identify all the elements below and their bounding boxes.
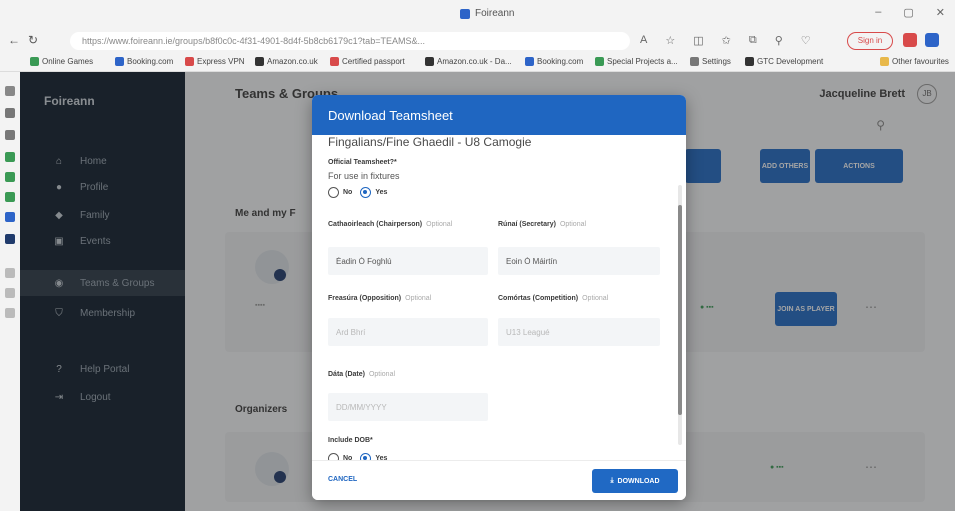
- bookmark-item[interactable]: Online Games: [30, 57, 93, 66]
- scrollbar-thumb[interactable]: [678, 205, 682, 415]
- edge-tab-icon[interactable]: [5, 152, 15, 162]
- edge-tab-icon[interactable]: [5, 234, 15, 244]
- edge-tab-icon[interactable]: [5, 86, 15, 96]
- bookmark-item[interactable]: GTC Development: [745, 57, 823, 66]
- secretary-label: Rúnaí (Secretary) Optional: [498, 221, 587, 228]
- official-no-radio[interactable]: [328, 187, 339, 198]
- window-controls: – ▢ ✕: [875, 6, 945, 19]
- add-tab-icon[interactable]: [5, 308, 15, 318]
- bookmark-item[interactable]: Booking.com: [115, 57, 173, 66]
- include-dob-label: Include DOB*: [328, 437, 373, 444]
- secretary-input[interactable]: [498, 247, 660, 275]
- bookmark-icon: [425, 57, 434, 66]
- collections-icon[interactable]: ⧉: [749, 34, 757, 47]
- bookmark-icon: [525, 57, 534, 66]
- browser-toolbar: A ☆ ◫ ✩ ⧉ ⚲ ♡: [640, 34, 811, 47]
- favorite-icon[interactable]: ☆: [665, 34, 675, 47]
- edge-sidebar: [0, 72, 20, 511]
- close-icon[interactable]: ✕: [936, 6, 945, 19]
- window-title-text: Foireann: [475, 8, 515, 19]
- minimize-icon[interactable]: –: [875, 6, 881, 19]
- back-icon[interactable]: ←: [8, 33, 20, 47]
- edge-tab-icon[interactable]: [5, 172, 15, 182]
- official-teamsheet-helper: For use in fixtures: [328, 171, 400, 181]
- modal-footer: CANCEL ⤓ DOWNLOAD: [312, 460, 686, 500]
- download-icon: ⤓: [610, 477, 614, 484]
- bookmark-item[interactable]: Other favourites: [880, 57, 949, 66]
- download-button[interactable]: ⤓ DOWNLOAD: [592, 469, 678, 493]
- dob-no-radio[interactable]: [328, 453, 339, 460]
- edge-tab-icon[interactable]: [5, 108, 15, 118]
- bookmarks-bar: Online Games Booking.com Express VPN Ama…: [0, 54, 955, 72]
- browser-essentials-icon[interactable]: ♡: [801, 34, 811, 47]
- cancel-button[interactable]: CANCEL: [328, 476, 357, 483]
- bookmark-item[interactable]: Booking.com: [525, 57, 583, 66]
- signin-button[interactable]: Sign in: [847, 32, 893, 50]
- modal-body: Fingalians/Fine Ghaedil - U8 Camogie Off…: [312, 135, 686, 460]
- bookmark-item[interactable]: Special Projects a...: [595, 57, 678, 66]
- chairperson-label: Cathaoirleach (Chairperson) Optional: [328, 221, 453, 228]
- team-name: Fingalians/Fine Ghaedil - U8 Camogie: [328, 135, 532, 149]
- date-input[interactable]: [328, 393, 488, 421]
- split-screen-icon[interactable]: ◫: [693, 34, 703, 47]
- bookmark-item[interactable]: Certified passport: [330, 57, 405, 66]
- read-aloud-icon[interactable]: A: [640, 34, 647, 47]
- bookmark-item[interactable]: Amazon.co.uk: [255, 57, 318, 66]
- dob-yes-radio[interactable]: [360, 453, 372, 460]
- favorites-icon[interactable]: ✩: [722, 34, 731, 47]
- chairperson-input[interactable]: [328, 247, 488, 275]
- bookmark-icon: [745, 57, 754, 66]
- radio-label-yes: Yes: [375, 189, 388, 196]
- bookmark-item[interactable]: Express VPN: [185, 57, 245, 66]
- modal-header: Download Teamsheet: [312, 95, 686, 135]
- edge-tab-icon[interactable]: [5, 130, 15, 140]
- refresh-icon[interactable]: ↻: [28, 33, 38, 47]
- url-input[interactable]: https://www.foireann.ie/groups/b8f0c0c-4…: [70, 32, 630, 50]
- radio-label-no: No: [343, 189, 353, 196]
- download-teamsheet-dialog: Download Teamsheet Fingalians/Fine Ghaed…: [312, 95, 686, 500]
- address-bar-row: ← ↻ https://www.foireann.ie/groups/b8f0c…: [0, 28, 955, 54]
- bookmark-icon: [185, 57, 194, 66]
- window-title: Foireann: [460, 8, 514, 19]
- official-yes-radio[interactable]: [360, 187, 372, 198]
- edge-tab-icon[interactable]: [5, 288, 15, 298]
- bookmark-icon: [115, 57, 124, 66]
- competition-label: Comórtas (Competition) Optional: [498, 295, 609, 302]
- official-teamsheet-radio-group: No Yes: [328, 187, 387, 198]
- edge-tab-icon[interactable]: [5, 268, 15, 278]
- date-label: Dáta (Date) Optional: [328, 371, 396, 378]
- browser-titlebar: Foireann – ▢ ✕: [0, 0, 955, 28]
- bookmark-icon: [690, 57, 699, 66]
- bookmark-item[interactable]: Amazon.co.uk - Da...: [425, 57, 512, 66]
- bookmark-icon: [595, 57, 604, 66]
- opposition-input[interactable]: [328, 318, 488, 346]
- opposition-label: Freasúra (Opposition) Optional: [328, 295, 432, 302]
- modal-title: Download Teamsheet: [328, 108, 453, 123]
- bookmark-icon: [255, 57, 264, 66]
- extensions-icon[interactable]: ⚲: [775, 34, 783, 47]
- edge-tab-icon[interactable]: [5, 192, 15, 202]
- folder-icon: [880, 57, 889, 66]
- bookmark-icon: [30, 57, 39, 66]
- bookmark-item[interactable]: Settings: [690, 57, 731, 66]
- download-button-label: DOWNLOAD: [617, 477, 660, 485]
- copilot-icon[interactable]: [925, 33, 939, 47]
- competition-input[interactable]: [498, 318, 660, 346]
- maximize-icon[interactable]: ▢: [903, 6, 913, 19]
- include-dob-radio-group: No Yes: [328, 453, 387, 460]
- bookmark-icon: [330, 57, 339, 66]
- edge-tab-icon[interactable]: [5, 212, 15, 222]
- official-teamsheet-label: Official Teamsheet?*: [328, 159, 397, 166]
- extension-icon[interactable]: [903, 33, 917, 47]
- site-favicon-icon: [460, 8, 470, 19]
